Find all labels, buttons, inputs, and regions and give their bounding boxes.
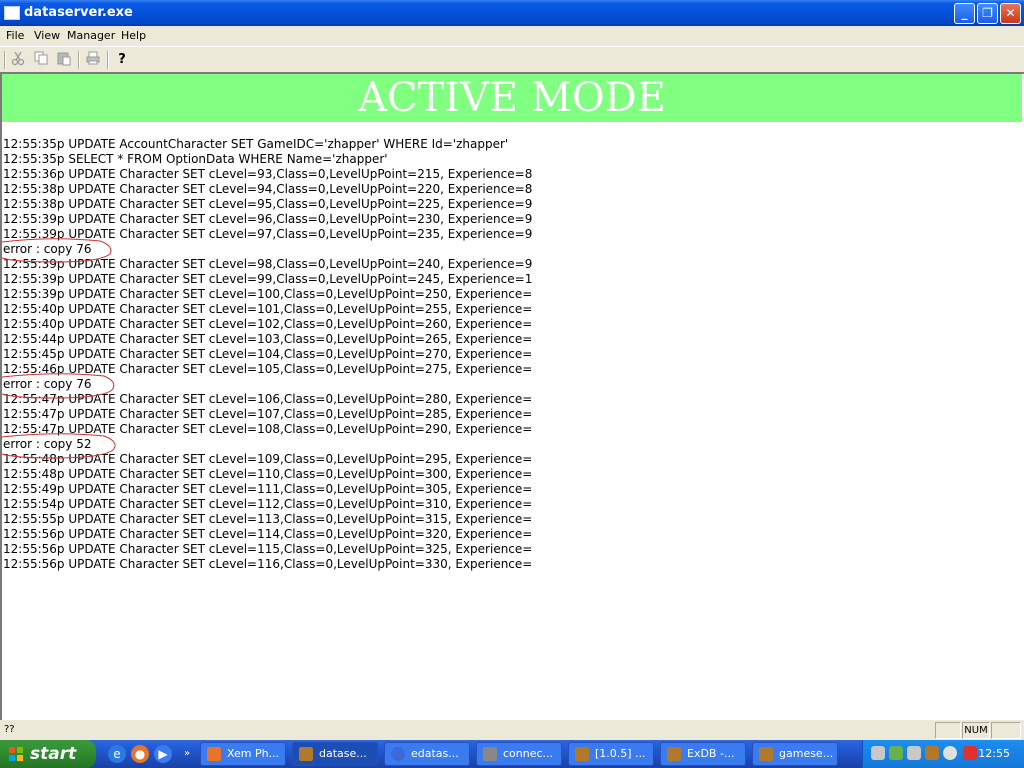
- task-label: edatas...: [411, 747, 459, 760]
- task-label: connec...: [503, 747, 554, 760]
- tray-app-icon[interactable]: [889, 746, 903, 760]
- windows-logo-icon: [9, 747, 23, 761]
- task-edataserver[interactable]: edatas...: [384, 742, 470, 766]
- tray-app-icon[interactable]: [871, 746, 885, 760]
- firefox-icon: [207, 747, 221, 761]
- status-pane: [935, 722, 961, 739]
- clock: 12:55: [978, 747, 1010, 760]
- error-circle-mark: [1, 373, 115, 399]
- task-exdb[interactable]: ExDB -...: [660, 742, 746, 766]
- error-circle-mark: [1, 238, 112, 263]
- app-icon: [667, 747, 681, 761]
- task-xem-ph[interactable]: Xem Ph...: [200, 742, 286, 766]
- ie-quicklaunch-icon[interactable]: e: [108, 745, 126, 763]
- tray-app-icon[interactable]: [907, 746, 921, 760]
- task-connect[interactable]: connec...: [476, 742, 562, 766]
- tray-app-icon[interactable]: [925, 746, 939, 760]
- task-label: [1.0.5] ...: [595, 747, 646, 760]
- task-label: ExDB -...: [687, 747, 735, 760]
- status-text: ??: [4, 724, 15, 735]
- status-pane-num: NUM: [962, 722, 990, 739]
- app-icon: [483, 747, 497, 761]
- task-1-0-5[interactable]: [1.0.5] ...: [568, 742, 654, 766]
- firefox-quicklaunch-icon[interactable]: ●: [131, 745, 149, 763]
- red-annotation-marks: [1, 238, 116, 459]
- tray-shield-icon[interactable]: [963, 746, 977, 760]
- status-bar: ?? NUM: [0, 720, 1024, 740]
- task-label: datase...: [319, 747, 367, 760]
- task-dataserver[interactable]: datase...: [292, 742, 378, 766]
- task-label: Xem Ph...: [227, 747, 280, 760]
- app-icon: [575, 747, 589, 761]
- quicklaunch-overflow-icon[interactable]: »: [178, 745, 196, 763]
- app-icon: [299, 747, 313, 761]
- media-quicklaunch-icon[interactable]: ▶: [154, 745, 172, 763]
- app-icon: [759, 747, 773, 761]
- start-label: start: [30, 744, 77, 764]
- globe-icon: [391, 747, 405, 761]
- task-gameserver[interactable]: gamese...: [752, 742, 838, 766]
- system-tray: 12:55: [862, 740, 1024, 768]
- status-pane: [991, 722, 1021, 739]
- task-label: gamese...: [779, 747, 834, 760]
- start-button[interactable]: start: [0, 740, 96, 768]
- error-circle-mark: [1, 433, 116, 459]
- tray-network-icon[interactable]: [943, 746, 957, 760]
